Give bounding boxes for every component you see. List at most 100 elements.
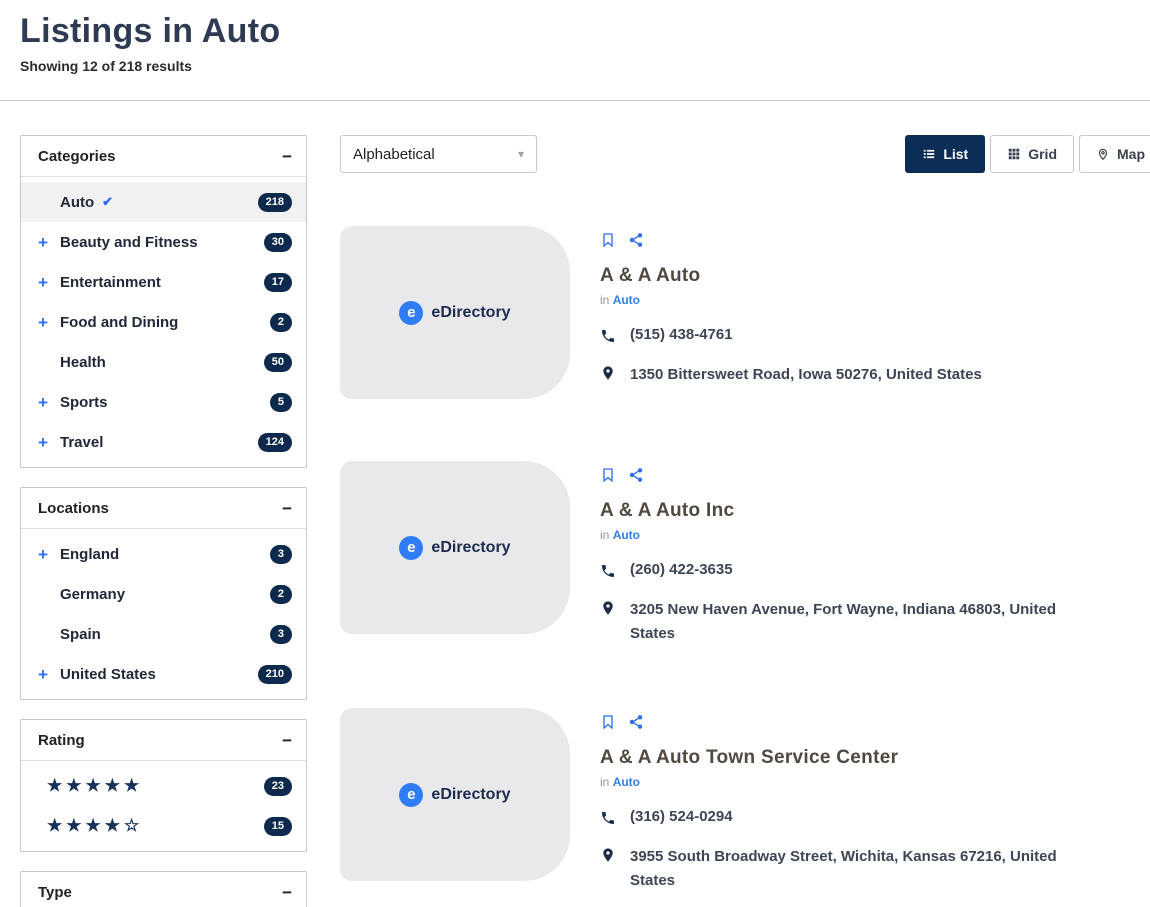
view-button-label: Map [1117,146,1145,162]
count-badge: 17 [263,272,292,292]
results-area: Alphabetical ▾ List Grid Map e eDirector… [340,135,1150,893]
count-badge: 5 [269,392,292,412]
listing-phone: (260) 422-3635 [630,561,733,578]
view-button-label: List [943,146,969,162]
share-icon[interactable] [628,714,644,730]
rating-list: ★★★★★ 23 ★★★★☆ 15 [21,761,306,851]
listing-card: e eDirectory A & A [340,226,1150,399]
plus-icon[interactable]: + [38,434,51,451]
bookmark-icon[interactable] [600,467,616,483]
count-badge: 2 [269,584,292,604]
view-map-button[interactable]: Map [1079,135,1150,173]
map-pin-icon [1096,147,1110,161]
phone-row: (515) 438-4761 [600,326,982,344]
page-header: Listings in Auto Showing 12 of 218 resul… [0,0,1150,101]
location-item-england[interactable]: + England 3 [21,534,306,574]
sort-select[interactable]: Alphabetical ▾ [340,135,537,173]
category-label: Food and Dining [60,313,179,331]
filter-box-categories: Categories − Auto ✔ 218 + Beauty and Fit… [20,135,307,468]
results-toolbar: Alphabetical ▾ List Grid Map [340,135,1150,173]
logo-text: eDirectory [431,538,511,556]
category-link[interactable]: Auto [613,293,640,307]
filter-header-rating: Rating − [21,720,306,761]
category-item-sports[interactable]: + Sports 5 [21,382,306,422]
listing-title[interactable]: A & A Auto Town Service Center [600,747,1100,769]
page-title: Listings in Auto [20,12,281,50]
phone-row: (260) 422-3635 [600,561,1100,579]
category-item-beauty-and-fitness[interactable]: + Beauty and Fitness 30 [21,222,306,262]
plus-icon[interactable]: + [38,314,51,331]
phone-icon [600,808,616,826]
filter-title: Categories [38,147,116,165]
listing-title[interactable]: A & A Auto [600,265,982,287]
category-item-auto[interactable]: Auto ✔ 218 [21,182,306,222]
location-label: United States [60,665,156,683]
phone-icon [600,561,616,579]
rating-item-5-stars[interactable]: ★★★★★ 23 [21,766,306,806]
location-pin-icon [600,363,616,381]
category-item-travel[interactable]: + Travel 124 [21,422,306,462]
collapse-icon[interactable]: − [282,500,292,517]
location-item-spain[interactable]: Spain 3 [21,614,306,654]
filter-title: Type [38,883,72,901]
check-icon: ✔ [102,194,114,209]
category-link[interactable]: Auto [613,528,640,542]
listing-title[interactable]: A & A Auto Inc [600,500,1100,522]
location-pin-icon [600,845,616,863]
results-summary: Showing 12 of 218 results [20,58,192,74]
filter-title: Rating [38,731,85,749]
count-badge: 50 [263,352,292,372]
listing-results: e eDirectory A & A Auto in Auto (515) 43… [340,226,1150,893]
listing-image-placeholder[interactable]: e eDirectory [340,461,570,634]
address-row: 3205 New Haven Avenue, Fort Wayne, India… [600,598,1100,646]
share-icon[interactable] [628,232,644,248]
listing-image-placeholder[interactable]: e eDirectory [340,708,570,881]
category-label: Auto [60,193,95,211]
location-label: England [60,545,120,563]
location-item-united-states[interactable]: + United States 210 [21,654,306,694]
bookmark-icon[interactable] [600,232,616,248]
view-button-label: Grid [1028,146,1057,162]
rating-item-4-stars[interactable]: ★★★★☆ 15 [21,806,306,846]
location-item-germany[interactable]: Germany 2 [21,574,306,614]
filter-title: Locations [38,499,109,517]
count-badge: 210 [257,664,292,684]
edirectory-logo: e eDirectory [399,782,511,807]
count-badge: 15 [263,816,292,836]
collapse-icon[interactable]: − [282,732,292,749]
plus-icon[interactable]: + [38,666,51,683]
logo-text: eDirectory [431,785,511,803]
edirectory-logo: e eDirectory [399,300,511,325]
filter-header-type: Type − [21,872,306,907]
plus-icon[interactable]: + [38,234,51,251]
category-label: Travel [60,433,104,451]
address-row: 1350 Bittersweet Road, Iowa 50276, Unite… [600,363,982,387]
listing-image-placeholder[interactable]: e eDirectory [340,226,570,399]
count-badge: 23 [263,776,292,796]
category-item-health[interactable]: Health 50 [21,342,306,382]
count-badge: 3 [269,624,292,644]
location-label: Germany [60,585,126,603]
location-label: Spain [60,625,101,643]
page: Listings in Auto Showing 12 of 218 resul… [0,0,1150,907]
phone-icon [600,326,616,344]
category-item-food-and-dining[interactable]: + Food and Dining 2 [21,302,306,342]
listing-address: 3955 South Broadway Street, Wichita, Kan… [630,848,1057,889]
share-icon[interactable] [628,467,644,483]
bookmark-icon[interactable] [600,714,616,730]
logo-text: eDirectory [431,303,511,321]
collapse-icon[interactable]: − [282,884,292,901]
category-item-entertainment[interactable]: + Entertainment 17 [21,262,306,302]
plus-icon[interactable]: + [38,394,51,411]
collapse-icon[interactable]: − [282,148,292,165]
view-list-button[interactable]: List [905,135,986,173]
plus-icon[interactable]: + [38,274,51,291]
count-badge: 30 [263,232,292,252]
view-grid-button[interactable]: Grid [990,135,1074,173]
filter-header-locations: Locations − [21,488,306,529]
listing-card: e eDirectory A & A [340,708,1150,893]
plus-icon[interactable]: + [38,546,51,563]
logo-circle-icon: e [399,782,424,807]
category-label: Beauty and Fitness [60,233,198,251]
category-link[interactable]: Auto [613,775,640,789]
